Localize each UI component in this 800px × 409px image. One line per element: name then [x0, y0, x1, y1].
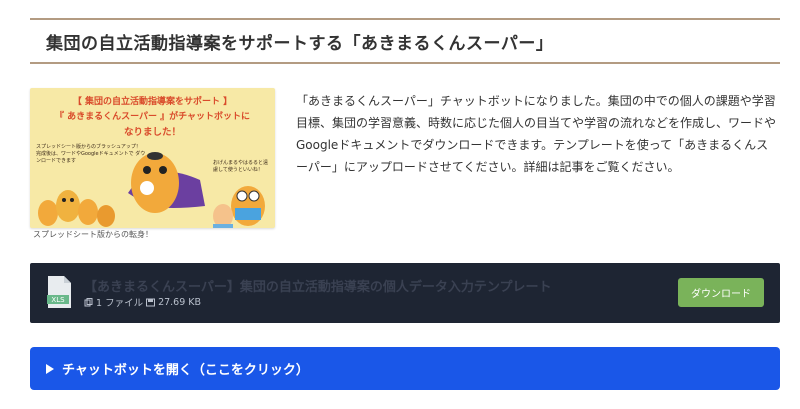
files-icon [84, 297, 93, 306]
open-chatbot-label: チャットボットを開く（ここをクリック） [62, 363, 309, 378]
download-box: XLS 【あきまるくんスーパー】集団の自立活動指導案の個人データ入力テンプレート… [30, 263, 780, 323]
thumb-left-note: スプレッドシート版からのブラッシュアップ！ 完成後は、ワードやGoogleドキュ… [36, 144, 146, 164]
thumb-right-note: おげんまるやはるると遠 慮して使うといいね！ [213, 160, 269, 173]
file-meta: 1 ファイル 27.69 KB [84, 295, 201, 309]
file-type-label: XLS [51, 296, 65, 304]
thumb-title-line3: なりました！ [123, 127, 181, 138]
promo-thumbnail: 【 集団の自立活動指導案をサポート 】 『 あきまるくんスーパー 』がチャットボ… [30, 88, 275, 228]
section-heading: 集団の自立活動指導案をサポートする「あきまるくんスーパー」 [30, 18, 780, 64]
triangle-right-icon [46, 363, 54, 374]
thumb-title-line2: 『 あきまるくんスーパー 』がチャットボットに [54, 112, 251, 122]
disk-icon [146, 298, 156, 306]
download-button[interactable]: ダウンロード [678, 278, 764, 307]
file-title: 【あきまるくんスーパー】集団の自立活動指導案の個人データ入力テンプレート [84, 280, 552, 295]
section-title: 集団の自立活動指導案をサポートする「あきまるくんスーパー」 [46, 33, 554, 54]
xls-file-icon: XLS [47, 276, 71, 308]
description-text: 「あきまるくんスーパー」チャットボットになりました。集団の中での個人の課題や学習… [296, 94, 777, 174]
file-size: 27.69 KB [158, 296, 202, 308]
file-count: 1 ファイル [96, 298, 144, 309]
thumbnail-caption: スプレッドシート版からの転身！ [33, 230, 153, 239]
thumb-title-line1: 【 集団の自立活動指導案をサポート 】 [72, 97, 233, 107]
open-chatbot-button[interactable]: チャットボットを開く（ここをクリック） [30, 347, 780, 390]
